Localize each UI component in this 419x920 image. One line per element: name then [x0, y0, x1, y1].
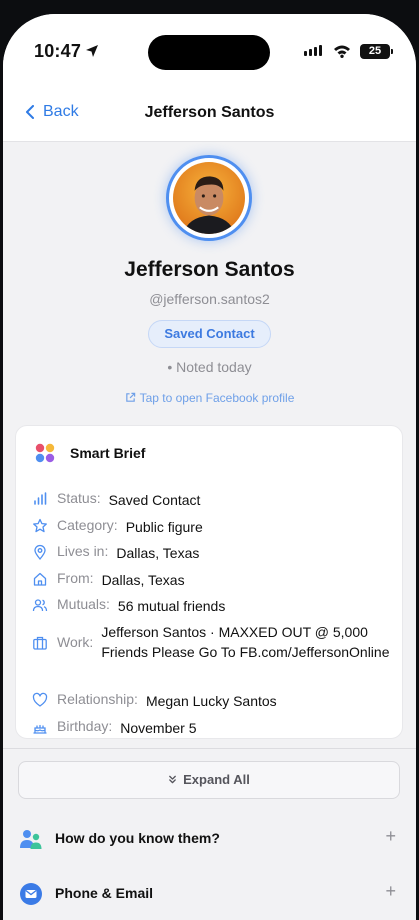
brief-row-birthday: Birthday: November 5	[32, 718, 197, 738]
brief-label: From:	[57, 570, 94, 586]
status-bar: 10:47 25	[3, 14, 416, 86]
star-icon	[33, 518, 47, 533]
location-arrow-icon	[86, 45, 98, 57]
plus-icon: +	[385, 826, 396, 846]
section-how-know-them[interactable]: How do you know them? +	[3, 814, 416, 864]
brief-row-relationship: Relationship: Megan Lucky Santos	[32, 691, 277, 711]
plus-icon: +	[385, 881, 396, 901]
brief-value: Saved Contact	[108, 492, 201, 508]
expand-all-label: Expand All	[183, 772, 250, 787]
brief-row-category: Category: Public figure	[32, 517, 203, 537]
people-color-icon	[20, 830, 42, 849]
brief-row-lives-in: Lives in: Dallas, Texas	[32, 543, 199, 563]
brief-value: Public figure	[125, 519, 203, 535]
brief-row-from: From: Dallas, Texas	[32, 570, 185, 590]
status-time: 10:47	[34, 41, 82, 61]
brief-label: Mutuals:	[57, 596, 110, 612]
section-title: How do you know them?	[55, 830, 220, 846]
brief-value: Jefferson Santos · MAXXED OUT @ 5,000 Fr…	[101, 624, 390, 660]
wifi-icon	[334, 45, 350, 58]
divider	[3, 748, 416, 749]
mail-circle-icon	[20, 883, 42, 905]
section-phone-email[interactable]: Phone & Email +	[3, 869, 416, 919]
brief-value: November 5	[120, 720, 197, 736]
phone-screen: 10:47 25 Back Jefferson Santos Jefferson…	[3, 14, 416, 920]
external-link-icon	[125, 392, 135, 402]
smart-brief-header: Smart Brief	[35, 443, 145, 463]
profile-handle: @jefferson.santos2	[149, 291, 270, 307]
home-icon	[33, 572, 47, 586]
brief-row-work: Work: Jefferson Santos · MAXXED OUT @ 5,…	[32, 622, 392, 662]
chevrons-down-icon	[169, 775, 177, 784]
brief-label: Work:	[57, 634, 94, 650]
smart-brief-card: Smart Brief Status: Saved Contact Catego…	[15, 425, 403, 739]
nav-title: Jefferson Santos	[144, 104, 275, 121]
section-title: Phone & Email	[55, 885, 154, 901]
profile-name: Jefferson Santos	[124, 258, 295, 281]
brief-label: Birthday:	[57, 718, 113, 734]
facebook-profile-link[interactable]: Tap to open Facebook profile	[3, 391, 416, 405]
status-badge: Saved Contact	[148, 320, 271, 348]
location-pin-icon	[34, 544, 46, 560]
smart-brief-title: Smart Brief	[70, 445, 146, 461]
brief-label: Relationship:	[57, 691, 138, 707]
bar-chart-icon	[34, 492, 47, 505]
brief-label: Category:	[57, 517, 118, 533]
dynamic-island	[148, 35, 270, 70]
avatar-photo	[173, 162, 245, 234]
briefcase-icon	[33, 636, 47, 650]
facebook-link-label: Tap to open Facebook profile	[139, 391, 295, 405]
people-icon	[32, 599, 48, 612]
noted-timestamp: • Noted today	[167, 359, 252, 375]
brief-label: Lives in:	[57, 543, 109, 559]
brief-value: Dallas, Texas	[116, 545, 200, 561]
brief-value: Dallas, Texas	[101, 572, 185, 588]
brief-label: Status:	[57, 490, 101, 506]
nav-bar: Back Jefferson Santos	[3, 86, 416, 142]
expand-all-button[interactable]: Expand All	[18, 761, 400, 799]
smart-brief-icon	[35, 443, 55, 463]
signal-icon	[304, 45, 322, 56]
battery-indicator: 25	[360, 44, 393, 59]
cake-icon	[33, 724, 47, 734]
heart-icon	[32, 692, 48, 707]
brief-value: Megan Lucky Santos	[145, 693, 277, 709]
avatar[interactable]	[166, 155, 252, 241]
brief-value: 56 mutual friends	[117, 598, 226, 614]
brief-row-mutuals: Mutuals: 56 mutual friends	[32, 596, 225, 616]
brief-row-status: Status: Saved Contact	[32, 490, 200, 510]
